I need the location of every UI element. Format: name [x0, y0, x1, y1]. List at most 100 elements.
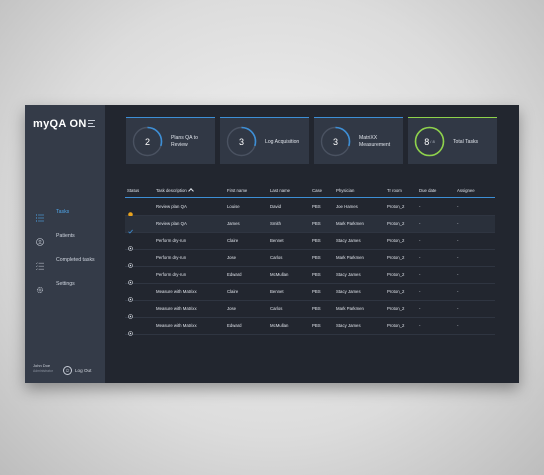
- col-physician[interactable]: Physician: [336, 188, 354, 193]
- pending-status-icon: [128, 204, 133, 217]
- col-tr-room[interactable]: Tr room: [387, 188, 402, 193]
- cell-tr-room: Proton_2: [387, 272, 405, 277]
- col-last-name[interactable]: Last name: [270, 188, 290, 193]
- cell-tr-room: Proton_2: [387, 255, 405, 260]
- cell-first-name: James: [227, 221, 240, 226]
- card-label: Log Acquisition: [265, 138, 300, 145]
- card-label: MatriXX Measurement: [359, 135, 391, 148]
- cell-due-date: -: [419, 238, 421, 243]
- sidebar-item-tasks[interactable]: Tasks: [25, 201, 105, 225]
- col-task-description[interactable]: Task description: [156, 187, 194, 194]
- cell-assignee: -: [457, 289, 459, 294]
- col-case[interactable]: Case: [312, 188, 322, 193]
- card-plans-qa[interactable]: 2 Plans QA to Review: [126, 117, 215, 164]
- cell-task: Measure with Matrixx: [156, 289, 197, 294]
- sidebar-nav: Tasks Patients Completed tasks Settings: [25, 201, 105, 297]
- list-icon: [36, 209, 44, 222]
- cell-due-date: -: [419, 221, 421, 226]
- table-row[interactable]: Measure with Matrixx Jose Carlos PBS Mark Pa…: [125, 301, 495, 319]
- cell-due-date: -: [419, 272, 421, 277]
- sidebar-item-label: Settings: [56, 281, 75, 287]
- table-row[interactable]: Measure with Matrixx Edward McMullan PBS Sta…: [125, 318, 495, 336]
- sidebar-item-settings[interactable]: Settings: [25, 273, 105, 297]
- cell-due-date: -: [419, 204, 421, 209]
- cell-last-name: Bennet: [270, 238, 284, 243]
- power-icon: ⏻: [63, 366, 72, 375]
- user-role: Administrator: [33, 369, 53, 373]
- user-name: John Doe: [33, 363, 51, 368]
- cell-physician: Joe Hames: [336, 204, 358, 209]
- cell-case: PBS: [312, 272, 321, 277]
- cell-last-name: McMullan: [270, 272, 289, 277]
- cell-tr-room: Proton_2: [387, 323, 405, 328]
- cell-assignee: -: [457, 272, 459, 277]
- app-window: myQA ON Tasks Patients Completed tasks S…: [25, 105, 519, 383]
- card-total-tasks[interactable]: 8/ 8 Total Tasks: [408, 117, 497, 164]
- cell-case: PBS: [312, 204, 321, 209]
- table-row[interactable]: Perform dry-run Jose Carlos PBS Mark Parkmen…: [125, 250, 495, 268]
- card-matrixx-measurement[interactable]: 3 MatriXX Measurement: [314, 117, 403, 164]
- cell-case: PBS: [312, 306, 321, 311]
- cell-first-name: Claire: [227, 289, 239, 294]
- logout-label: Log Out: [75, 368, 92, 373]
- cell-due-date: -: [419, 289, 421, 294]
- cell-physician: Mark Parkmen: [336, 255, 364, 260]
- card-log-acquisition[interactable]: 3 Log Acquisition: [220, 117, 309, 164]
- cell-first-name: Claire: [227, 238, 239, 243]
- cell-due-date: -: [419, 323, 421, 328]
- cell-due-date: -: [419, 306, 421, 311]
- cell-physician: Stacy James: [336, 272, 361, 277]
- table-body: Review plan QA Louise David PBS Joe Hames Pro…: [125, 199, 495, 336]
- logout-button[interactable]: ⏻ Log Out: [63, 366, 91, 375]
- sidebar-item-patients[interactable]: Patients: [25, 225, 105, 249]
- table-row[interactable]: Review plan QA James Smith PBS Mark Parkmen P…: [125, 216, 495, 234]
- cell-task: Perform dry-run: [156, 255, 187, 260]
- card-count: 2: [144, 136, 150, 147]
- cell-case: PBS: [312, 289, 321, 294]
- cell-case: PBS: [312, 323, 321, 328]
- col-first-name[interactable]: First name: [227, 188, 247, 193]
- cell-last-name: McMullan: [270, 323, 289, 328]
- check-status-icon: [128, 221, 133, 234]
- col-due-date[interactable]: Due date: [419, 188, 436, 193]
- queued-status-icon: [128, 289, 133, 302]
- col-status[interactable]: Status: [127, 188, 139, 193]
- checklist-icon: [35, 257, 44, 270]
- header-divider: [125, 197, 495, 199]
- cell-case: PBS: [312, 238, 321, 243]
- cell-task: Measure with Matrixx: [156, 306, 197, 311]
- table-row[interactable]: Perform dry-run Edward McMullan PBS Stacy Ja…: [125, 267, 495, 285]
- cell-tr-room: Proton_2: [387, 289, 405, 294]
- queued-status-icon: [128, 238, 133, 251]
- card-count: 3: [332, 136, 338, 147]
- sidebar-item-label: Patients: [56, 233, 75, 239]
- cell-last-name: Smith: [270, 221, 281, 226]
- table-row[interactable]: Review plan QA Louise David PBS Joe Hames Pro…: [125, 199, 495, 217]
- card-count: 8/ 8: [424, 136, 435, 147]
- sidebar-item-completed-tasks[interactable]: Completed tasks: [25, 249, 105, 273]
- queued-status-icon: [128, 306, 133, 319]
- cell-first-name: Edward: [227, 323, 242, 328]
- col-assignee[interactable]: Assignee: [457, 188, 475, 193]
- cell-assignee: -: [457, 204, 459, 209]
- cell-task: Perform dry-run: [156, 272, 187, 277]
- cell-task: Review plan QA: [156, 204, 187, 209]
- table-row[interactable]: Measure with Matrixx Claire Bennet PBS Stacy…: [125, 284, 495, 302]
- cell-tr-room: Proton_2: [387, 204, 405, 209]
- cell-first-name: Edward: [227, 272, 242, 277]
- sidebar-item-label: Completed tasks: [56, 257, 95, 263]
- app-brand: myQA ON: [33, 118, 87, 130]
- cell-tr-room: Proton_2: [387, 221, 405, 226]
- cell-first-name: Jose: [227, 255, 237, 260]
- cell-physician: Mark Parkmen: [336, 306, 364, 311]
- hamburger-menu-icon[interactable]: [88, 120, 95, 127]
- cell-task: Measure with Matrixx: [156, 323, 197, 328]
- cell-task: Perform dry-run: [156, 238, 187, 243]
- task-table: Status Task description First name Last …: [125, 185, 495, 336]
- table-row[interactable]: Perform dry-run Claire Bennet PBS Stacy Jame…: [125, 233, 495, 251]
- queued-status-icon: [128, 272, 133, 285]
- cell-first-name: Louise: [227, 204, 240, 209]
- queued-status-icon: [128, 323, 133, 336]
- patients-icon: [36, 233, 44, 246]
- card-label: Total Tasks: [453, 138, 479, 145]
